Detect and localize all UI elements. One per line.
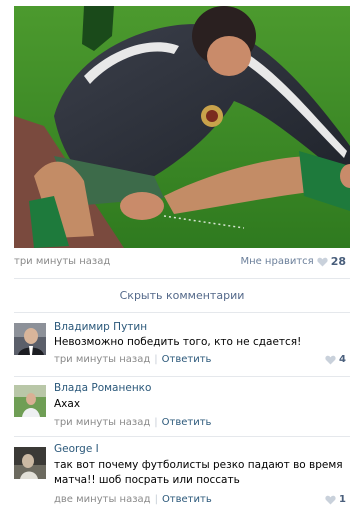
like-label[interactable]: Мне нравится — [240, 256, 313, 267]
heart-icon[interactable] — [325, 355, 336, 365]
heart-icon[interactable] — [325, 495, 336, 505]
comment-author[interactable]: Владимир Путин — [54, 321, 147, 333]
comment-like-button[interactable]: 4 — [325, 354, 346, 365]
like-count: 28 — [330, 255, 346, 268]
comment-text: так вот почему футболисты резко падают в… — [54, 459, 343, 486]
separator: | — [154, 354, 158, 365]
avatar[interactable] — [14, 385, 46, 417]
comment-footer: три минуты назад | Ответить — [54, 417, 211, 428]
comment-item: George I так вот почему футболисты резко… — [14, 436, 350, 513]
comment-time: две минуты назад — [54, 494, 151, 505]
post-photo-image — [14, 6, 350, 248]
comment-time: три минуты назад — [54, 417, 151, 428]
separator: | — [154, 494, 158, 505]
comment-item: Влада Романенко Ахах три минуты назад | От… — [14, 376, 350, 436]
reply-link[interactable]: Ответить — [162, 494, 212, 505]
heart-icon[interactable] — [317, 257, 328, 267]
avatar[interactable] — [14, 447, 46, 479]
post-time: три минуты назад — [14, 256, 111, 267]
avatar-image — [14, 323, 46, 355]
comment-author[interactable]: George I — [54, 443, 99, 455]
comment-item: Владимир Путин Невозможно победить того,… — [14, 312, 350, 376]
reply-link[interactable]: Ответить — [162, 417, 212, 428]
comment-like-button[interactable]: 1 — [325, 494, 346, 505]
comment-author[interactable]: Влада Романенко — [54, 382, 151, 394]
reply-link[interactable]: Ответить — [162, 354, 212, 365]
comment-like-count: 1 — [339, 494, 346, 505]
post-like-button[interactable]: Мне нравится 28 — [240, 255, 346, 268]
avatar[interactable] — [14, 323, 46, 355]
comment-time: три минуты назад — [54, 354, 151, 365]
separator: | — [154, 417, 158, 428]
avatar-image — [14, 447, 46, 479]
comment-text: Ахах — [54, 398, 81, 410]
comment-like-count: 4 — [339, 354, 346, 365]
hide-comments-link[interactable]: Скрыть комментарии — [14, 278, 350, 306]
post-photo[interactable] — [14, 6, 350, 248]
comment-footer: две минуты назад | Ответить — [54, 494, 212, 505]
comment-text: Невозможно победить того, кто не сдается… — [54, 336, 302, 348]
avatar-image — [14, 385, 46, 417]
comment-footer: три минуты назад | Ответить — [54, 354, 211, 365]
post-meta: три минуты назад Мне нравится 28 — [14, 255, 350, 270]
